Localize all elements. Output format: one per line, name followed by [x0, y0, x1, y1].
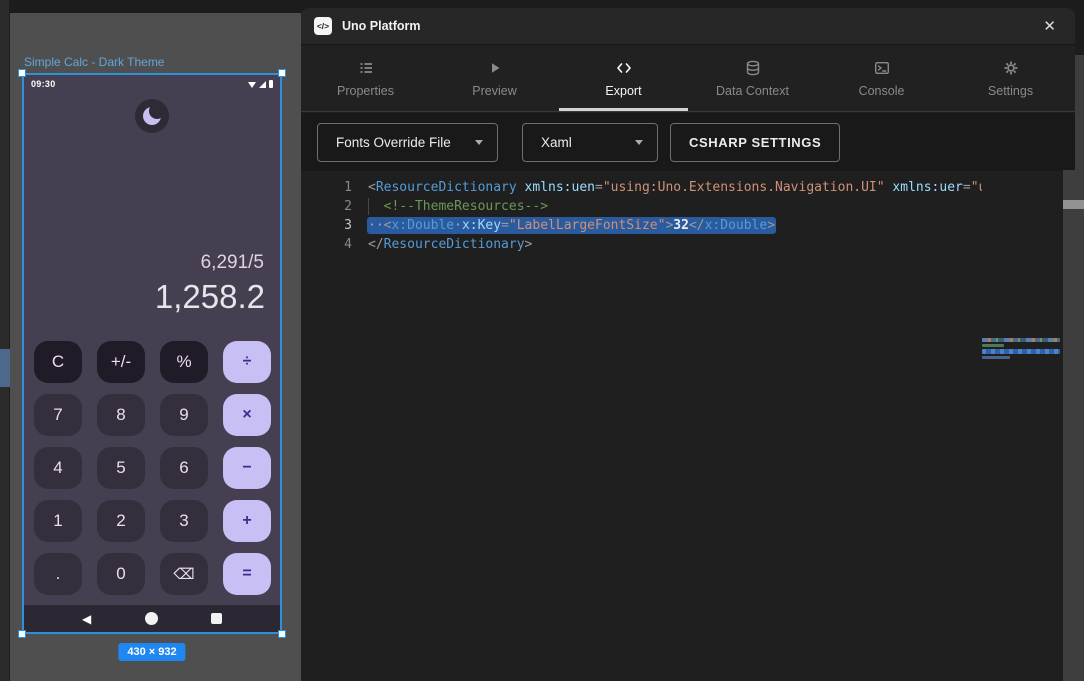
line-number: 1	[301, 178, 352, 197]
properties-list-icon	[358, 59, 374, 77]
export-code-icon	[615, 59, 633, 77]
battery-icon	[269, 80, 273, 88]
preview-play-icon	[487, 59, 503, 77]
uno-platform-logo-icon: </>	[314, 17, 332, 35]
minimap[interactable]	[982, 338, 1062, 361]
tab-settings[interactable]: Settings	[946, 45, 1075, 111]
key-equals[interactable]: =	[223, 553, 271, 595]
activity-strip	[0, 0, 10, 681]
selection-handle-bottom-right[interactable]	[278, 630, 286, 638]
line-content: </ResourceDictionary>	[368, 235, 532, 254]
phone-statusbar: 09:30	[24, 75, 280, 91]
code-line-1[interactable]: 1 <ResourceDictionary xmlns:uen="using:Un…	[301, 178, 982, 197]
selection-handle-top-left[interactable]	[18, 69, 26, 77]
key-4[interactable]: 4	[34, 447, 82, 489]
tab-label: Properties	[337, 84, 394, 98]
calc-expression: 6,291/5	[201, 252, 264, 274]
key-9[interactable]: 9	[160, 394, 208, 436]
minimap-line	[982, 344, 1004, 347]
key-decimal[interactable]: .	[34, 553, 82, 595]
calc-result: 1,258.2	[155, 278, 265, 316]
tab-properties[interactable]: Properties	[301, 45, 430, 111]
key-2[interactable]: 2	[97, 500, 145, 542]
key-subtract[interactable]: −	[223, 447, 271, 489]
moon-icon	[143, 107, 161, 125]
panel-tabs: Properties Preview Export Data Context Conso…	[301, 45, 1075, 112]
chevron-down-icon	[475, 140, 483, 145]
key-8[interactable]: 8	[97, 394, 145, 436]
key-add[interactable]: +	[223, 500, 271, 542]
minimap-selected-line	[982, 349, 1060, 354]
scrollbar-gutter[interactable]	[1075, 55, 1084, 170]
fonts-override-file-value: Fonts Override File	[336, 135, 451, 150]
tab-data-context[interactable]: Data Context	[688, 45, 817, 111]
key-3[interactable]: 3	[160, 500, 208, 542]
key-multiply[interactable]: ×	[223, 394, 271, 436]
tab-label: Preview	[472, 84, 516, 98]
line-content: <!--ThemeResources-->	[368, 197, 548, 216]
code-selection: ··<x:Double·x:Key="LabelLargeFontSize">3…	[368, 218, 775, 233]
panel-header: </> Uno Platform ✕	[301, 8, 1075, 45]
minimap-line	[982, 356, 1010, 359]
key-backspace[interactable]: ⌫	[160, 553, 208, 595]
key-plus-minus[interactable]: +/-	[97, 341, 145, 383]
gear-icon	[1003, 59, 1019, 77]
status-icons	[248, 80, 273, 88]
key-1[interactable]: 1	[34, 500, 82, 542]
tab-export[interactable]: Export	[559, 45, 688, 111]
selection-handle-bottom-left[interactable]	[18, 630, 26, 638]
line-number: 2	[301, 197, 352, 216]
code-line-4[interactable]: 4 </ResourceDictionary>	[301, 235, 982, 254]
tab-label: Data Context	[716, 84, 789, 98]
uno-platform-panel: </> Uno Platform ✕ Properties Preview Expo…	[301, 8, 1075, 681]
size-badge: 430 × 932	[118, 643, 185, 661]
key-0[interactable]: 0	[97, 553, 145, 595]
fonts-override-file-dropdown[interactable]: Fonts Override File	[317, 123, 498, 162]
key-7[interactable]: 7	[34, 394, 82, 436]
chevron-down-icon	[635, 140, 643, 145]
tab-label: Console	[859, 84, 905, 98]
device-label: Simple Calc - Dark Theme	[24, 55, 164, 69]
key-divide[interactable]: ÷	[223, 341, 271, 383]
left-panel-handle[interactable]	[0, 349, 10, 387]
key-5[interactable]: 5	[97, 447, 145, 489]
code-editor[interactable]: 1 <ResourceDictionary xmlns:uen="using:Un…	[301, 171, 1075, 681]
code-line-3[interactable]: 3 ··<x:Double·x:Key="LabelLargeFontSize">…	[301, 216, 982, 235]
calculator-keypad: C +/-% ÷ 789 × 456− 123 +. 0 ⌫ =	[34, 341, 271, 595]
scrollbar-track[interactable]	[1063, 170, 1084, 681]
minimap-line	[982, 338, 1060, 342]
dark-theme-toggle[interactable]	[135, 99, 169, 133]
format-value: Xaml	[541, 135, 572, 150]
signal-icon	[259, 81, 266, 88]
line-content: ··<x:Double·x:Key="LabelLargeFontSize">3…	[368, 216, 775, 235]
code-lines[interactable]: 1 <ResourceDictionary xmlns:uen="using:Un…	[301, 178, 982, 254]
line-number: 4	[301, 235, 352, 254]
key-percent[interactable]: %	[160, 341, 208, 383]
close-icon[interactable]: ✕	[1037, 15, 1062, 37]
wifi-icon	[248, 82, 256, 88]
line-number: 3	[301, 216, 352, 235]
android-back-icon[interactable]: ◀	[82, 613, 91, 625]
csharp-settings-button[interactable]: CSHARP SETTINGS	[670, 123, 840, 162]
panel-title: Uno Platform	[342, 19, 420, 33]
tab-label: Settings	[988, 84, 1033, 98]
phone-preview[interactable]: 09:30 6,291/5 1,258.2 C +/-% ÷ 789 × 456− 123 +…	[22, 73, 282, 634]
line-content: <ResourceDictionary xmlns:uen="using:Uno…	[368, 178, 982, 197]
format-dropdown[interactable]: Xaml	[522, 123, 658, 162]
selection-handle-top-right[interactable]	[278, 69, 286, 77]
key-clear[interactable]: C	[34, 341, 82, 383]
database-icon	[745, 59, 761, 77]
android-navbar: ◀	[24, 605, 280, 632]
tab-label: Export	[605, 84, 641, 98]
code-line-2[interactable]: 2 <!--ThemeResources-->	[301, 197, 982, 216]
key-6[interactable]: 6	[160, 447, 208, 489]
android-recents-icon[interactable]	[211, 613, 222, 624]
console-terminal-icon	[874, 59, 890, 77]
scrollbar-thumb[interactable]	[1063, 200, 1084, 209]
export-toolbar: Fonts Override File Xaml CSHARP SETTINGS	[301, 113, 1075, 171]
status-time: 09:30	[31, 79, 56, 89]
tab-console[interactable]: Console	[817, 45, 946, 111]
tab-preview[interactable]: Preview	[430, 45, 559, 111]
android-home-icon[interactable]	[145, 612, 158, 625]
